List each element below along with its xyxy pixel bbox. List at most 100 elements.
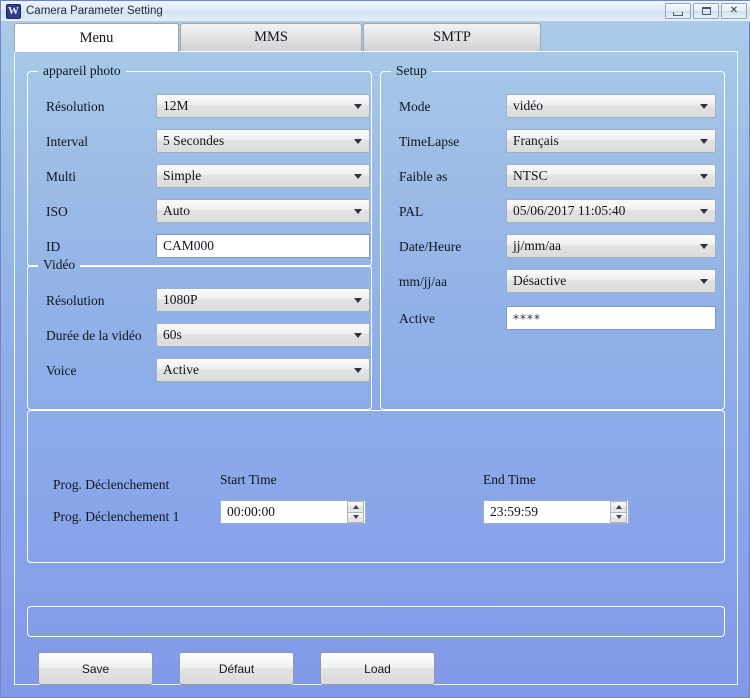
input-setup-password[interactable]: **** [506,306,716,330]
header-end-time: End Time [483,472,536,487]
label-schedule-title: Prog. Déclenchement [53,477,170,492]
combo-setup-timelapse[interactable]: Français [506,129,716,153]
label-photo-interval: Interval [46,134,88,149]
tab-smtp-label: SMTP [433,29,471,45]
combo-setup-faible[interactable]: NTSC [506,164,716,188]
chevron-down-icon [354,298,362,303]
combo-photo-interval[interactable]: 5 Secondes [156,129,370,153]
label-video-duration: Durée de la vidéo [46,328,142,343]
chevron-down-icon [700,174,708,179]
group-setup: Setup Mode vidéo TimeLapse Français Faib… [380,63,725,410]
spinner-end-up-button[interactable] [610,501,627,513]
chevron-down-icon [354,333,362,338]
label-setup-timelapse: TimeLapse [399,134,460,149]
group-setup-title: Setup [391,63,432,79]
chevron-down-icon [354,104,362,109]
combo-video-resolution[interactable]: 1080P [156,288,370,312]
spinner-down-icon [615,515,622,520]
spinner-up-icon [615,504,622,509]
spinner-start-up-button[interactable] [347,501,364,513]
combo-photo-resolution[interactable]: 12M [156,94,370,118]
combo-video-voice[interactable]: Active [156,358,370,382]
tab-menu[interactable]: Menu [14,23,179,52]
label-setup-dateheure: Date/Heure [399,239,462,254]
chevron-down-icon [700,139,708,144]
label-photo-id: ID [46,239,61,254]
tab-smtp[interactable]: SMTP [363,23,541,51]
label-setup-mode: Mode [399,99,431,114]
menu-tab-panel: appareil photo Résolution 12M Interval 5… [14,51,738,685]
spinner-end-time-buttons [610,501,627,523]
group-appareil-photo: appareil photo Résolution 12M Interval 5… [27,63,372,267]
input-setup-password-value: **** [513,312,541,326]
label-setup-pal: PAL [399,204,424,219]
combo-photo-multi[interactable]: Simple [156,164,370,188]
chevron-down-icon [354,139,362,144]
label-photo-multi: Multi [46,169,77,184]
combo-setup-mode-value: vidéo [513,98,543,113]
chevron-down-icon [700,279,708,284]
chevron-down-icon [700,104,708,109]
save-button[interactable]: Save [38,652,153,685]
maximize-button[interactable] [693,3,719,19]
combo-video-resolution-value: 1080P [163,292,198,307]
camera-parameter-setting-window: Camera Parameter Setting ✕ Menu MMS SMTP [0,0,750,698]
combo-photo-iso[interactable]: Auto [156,199,370,223]
minimize-button[interactable] [665,3,691,19]
spinner-start-time-value: 00:00:00 [227,504,276,519]
combo-photo-interval-value: 5 Secondes [163,133,225,148]
combo-video-duration-value: 60s [163,327,182,342]
label-setup-faible: Faible ǝs [399,169,448,184]
input-photo-id[interactable]: CAM000 [156,234,370,258]
chevron-down-icon [700,209,708,214]
spinner-end-down-button[interactable] [610,512,627,523]
label-photo-iso: ISO [46,204,68,219]
header-start-time: Start Time [220,472,277,487]
label-schedule-entry-1: Prog. Déclenchement 1 [53,509,180,524]
tab-menu-label: Menu [79,29,114,46]
default-button[interactable]: Défaut [179,652,294,685]
group-schedule: Prog. Déclenchement Prog. Déclenchement … [27,410,725,563]
group-video: Vidéo Résolution 1080P Durée de la vidéo… [27,257,372,410]
group-appareil-photo-title: appareil photo [38,63,126,79]
spinner-start-time-buttons [347,501,364,523]
combo-video-duration[interactable]: 60s [156,323,370,347]
combo-setup-dateheure[interactable]: jj/mm/aa [506,234,716,258]
tab-strip: Menu MMS SMTP [14,23,738,53]
chevron-down-icon [354,174,362,179]
combo-setup-dateformat-value: Désactive [513,273,567,288]
tab-mms[interactable]: MMS [180,23,362,51]
combo-setup-faible-value: NTSC [513,168,548,183]
label-video-voice: Voice [46,363,77,378]
label-setup-dateformat: mm/jj/aa [399,274,447,289]
spinner-up-icon [352,504,359,509]
combo-setup-pal[interactable]: 05/06/2017 11:05:40 [506,199,716,223]
group-video-title: Vidéo [38,257,81,273]
close-button[interactable]: ✕ [721,3,747,19]
load-button-label: Load [364,661,391,676]
window-controls: ✕ [665,3,747,19]
combo-photo-resolution-value: 12M [163,98,189,113]
combo-setup-dateformat[interactable]: Désactive [506,269,716,293]
spinner-start-down-button[interactable] [347,512,364,523]
app-logo-icon [6,3,21,19]
chevron-down-icon [700,244,708,249]
chevron-down-icon [354,209,362,214]
close-icon: ✕ [729,5,739,16]
load-button[interactable]: Load [320,652,435,685]
spinner-start-time[interactable]: 00:00:00 [220,500,366,524]
label-setup-active: Active [399,311,435,326]
combo-photo-multi-value: Simple [163,168,202,183]
window-title: Camera Parameter Setting [26,5,163,17]
tab-mms-label: MMS [254,29,288,45]
maximize-icon [694,4,718,18]
combo-setup-timelapse-value: Français [513,133,559,148]
spinner-end-time[interactable]: 23:59:59 [483,500,629,524]
combo-photo-iso-value: Auto [163,203,190,218]
chevron-down-icon [354,368,362,373]
input-photo-id-value: CAM000 [163,238,215,253]
title-bar: Camera Parameter Setting ✕ [1,1,750,22]
combo-setup-mode[interactable]: vidéo [506,94,716,118]
spinner-end-time-value: 23:59:59 [490,504,539,519]
label-video-resolution: Résolution [46,293,105,308]
